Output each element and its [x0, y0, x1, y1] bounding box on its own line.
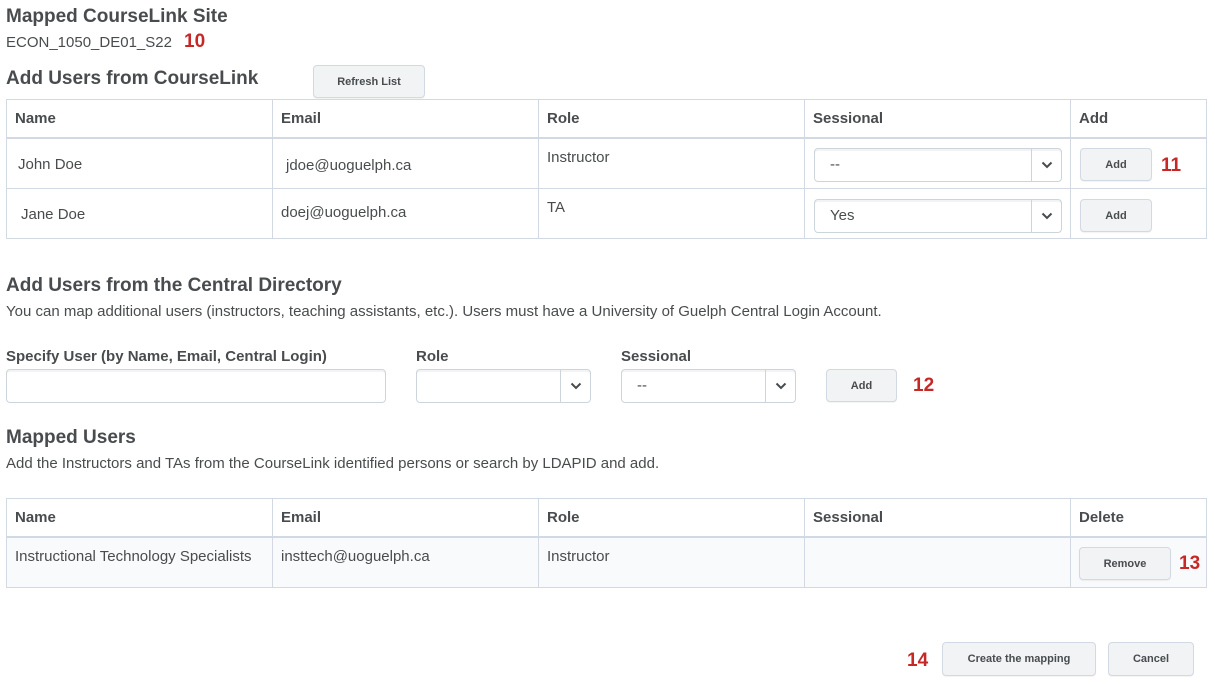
table-row: Instructional Technology Specialists ins…: [6, 536, 1207, 588]
sessional-select-john-doe[interactable]: --: [814, 148, 1062, 182]
cell-name: Jane Doe: [6, 188, 273, 239]
sessional-label: Sessional: [621, 348, 692, 365]
callout-13: 13: [1179, 553, 1201, 574]
select-value: --: [637, 377, 647, 394]
central-directory-description: You can map additional users (instructor…: [6, 303, 882, 320]
chevron-down-icon: [1031, 149, 1061, 181]
column-header-add: Add: [1070, 99, 1207, 139]
cell-name: Instructional Technology Specialists: [6, 536, 273, 588]
callout-11: 11: [1161, 155, 1182, 176]
table-header-row: Name Email Role Sessional Add: [6, 99, 1207, 139]
cell-sessional: [804, 536, 1071, 588]
cell-role: Instructor: [538, 536, 805, 588]
create-mapping-button[interactable]: Create the mapping: [942, 642, 1096, 676]
cell-role: Instructor: [538, 137, 805, 189]
add-user-button-jane-doe[interactable]: Add: [1080, 199, 1152, 232]
chevron-down-icon: [560, 370, 590, 402]
callout-12: 12: [913, 375, 935, 396]
callout-10: 10: [184, 31, 206, 52]
add-directory-user-button[interactable]: Add: [826, 369, 897, 402]
column-header-email: Email: [272, 99, 539, 139]
mapped-users-description: Add the Instructors and TAs from the Cou…: [6, 455, 660, 472]
column-header-sessional: Sessional: [804, 498, 1071, 538]
course-code: ECON_1050_DE01_S22: [6, 34, 172, 51]
column-header-name: Name: [6, 99, 273, 139]
role-label: Role: [416, 348, 449, 365]
cell-name: John Doe: [6, 137, 273, 189]
column-header-name: Name: [6, 498, 273, 538]
sessional-select[interactable]: --: [621, 369, 796, 403]
callout-14: 14: [907, 650, 929, 671]
column-header-email: Email: [272, 498, 539, 538]
cell-role: TA: [538, 188, 805, 239]
cancel-button[interactable]: Cancel: [1108, 642, 1194, 676]
sessional-select-jane-doe[interactable]: Yes: [814, 199, 1062, 233]
role-select[interactable]: [416, 369, 591, 403]
mapped-users-title: Mapped Users: [6, 427, 136, 448]
specify-user-label: Specify User (by Name, Email, Central Lo…: [6, 348, 327, 365]
add-user-button-john-doe[interactable]: Add: [1080, 148, 1152, 181]
remove-user-button[interactable]: Remove: [1079, 547, 1171, 580]
specify-user-input[interactable]: [6, 369, 386, 403]
refresh-list-button[interactable]: Refresh List: [313, 65, 425, 98]
column-header-role: Role: [538, 99, 805, 139]
mapped-users-table: Name Email Role Sessional Delete Instruc…: [6, 498, 1207, 588]
mapped-site-title: Mapped CourseLink Site: [6, 6, 228, 27]
courselink-users-title: Add Users from CourseLink: [6, 68, 259, 89]
cell-email: insttech@uoguelph.ca: [272, 536, 539, 588]
cell-email: doej@uoguelph.ca: [272, 188, 539, 239]
select-value: --: [830, 156, 840, 173]
column-header-role: Role: [538, 498, 805, 538]
cell-email: jdoe@uoguelph.ca: [272, 137, 539, 189]
select-value: Yes: [830, 207, 855, 224]
chevron-down-icon: [1031, 200, 1061, 232]
column-header-sessional: Sessional: [804, 99, 1071, 139]
table-header-row: Name Email Role Sessional Delete: [6, 498, 1207, 538]
column-header-delete: Delete: [1070, 498, 1207, 538]
central-directory-title: Add Users from the Central Directory: [6, 275, 342, 296]
chevron-down-icon: [765, 370, 795, 402]
